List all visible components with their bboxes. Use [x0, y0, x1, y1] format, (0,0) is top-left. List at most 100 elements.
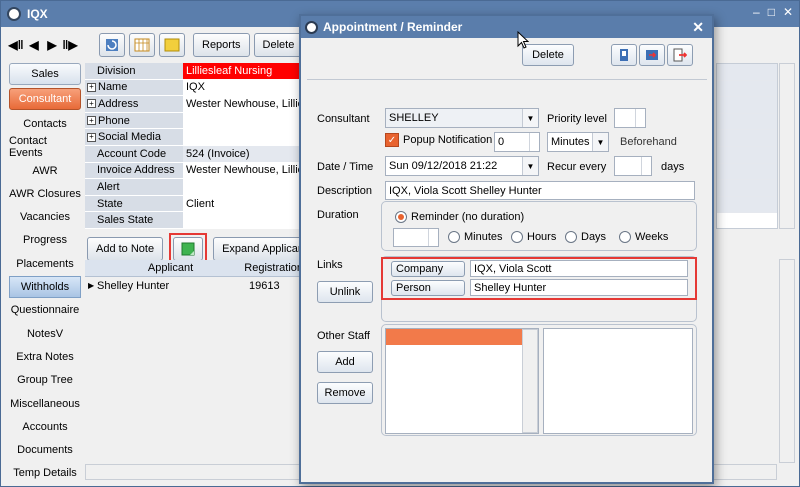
previous-record-icon[interactable]: ◀ [27, 38, 41, 52]
green-note-button[interactable] [173, 237, 204, 261]
nav-placements[interactable]: Placements [9, 253, 81, 275]
app-logo-icon [7, 7, 21, 21]
detail-value[interactable]: 524 (Invoice) [183, 145, 303, 162]
note-icon[interactable] [159, 33, 185, 57]
add-to-note-button[interactable]: Add to Note [87, 237, 164, 261]
detail-value[interactable]: Lilliesleaf Nursing [183, 63, 303, 79]
transfer-icon[interactable] [639, 44, 665, 66]
detail-value[interactable]: Client [183, 195, 303, 212]
datetime-picker[interactable]: Sun 09/12/2018 21:22 ▼ [385, 156, 539, 176]
days-radio[interactable]: Days [565, 231, 606, 243]
days-unit-label: days [661, 161, 685, 173]
minimize-icon[interactable]: – [753, 5, 760, 19]
registration-cell[interactable]: 19613 [249, 280, 303, 292]
detail-value[interactable] [183, 179, 303, 195]
nav-miscellaneous[interactable]: Miscellaneous [9, 393, 81, 415]
radio-icon[interactable] [511, 231, 523, 243]
nav-documents[interactable]: Documents [9, 439, 81, 461]
company-field[interactable]: IQX, Viola Scott [470, 260, 688, 277]
radio-icon[interactable] [619, 231, 631, 243]
unlink-button[interactable]: Unlink [317, 281, 373, 303]
expand-icon[interactable]: + [87, 82, 96, 92]
nav-group-tree[interactable]: Group Tree [9, 369, 81, 391]
detail-value[interactable] [183, 129, 303, 145]
person-field[interactable]: Shelley Hunter [470, 279, 688, 296]
nav-awr-closures[interactable]: AWR Closures [9, 183, 81, 205]
radio-icon[interactable] [565, 231, 577, 243]
exit-icon[interactable] [667, 44, 693, 66]
refresh-icon[interactable] [99, 33, 125, 57]
remove-staff-button[interactable]: Remove [317, 382, 373, 404]
nav-contact-events[interactable]: Contact Events [9, 135, 81, 159]
duration-value-field[interactable] [393, 228, 439, 247]
nav-temp-details[interactable]: Temp Details [9, 462, 81, 484]
reminder-radio[interactable]: Reminder (no duration) [395, 211, 524, 223]
nav-vacancies[interactable]: Vacancies [9, 206, 81, 228]
detail-value[interactable]: IQX [183, 79, 303, 96]
other-staff-detail-list[interactable] [543, 328, 693, 434]
popup-unit-select[interactable]: Minutes ▼ [547, 132, 609, 152]
close-icon[interactable]: ✕ [783, 5, 793, 19]
detail-value[interactable] [183, 112, 303, 129]
top-vertical-scrollbar[interactable] [779, 63, 795, 229]
maximize-icon[interactable]: □ [768, 5, 775, 19]
bottom-vertical-scrollbar[interactable] [779, 259, 795, 463]
expand-icon[interactable]: + [87, 99, 96, 109]
nav-accounts[interactable]: Accounts [9, 416, 81, 438]
weeks-radio[interactable]: Weeks [619, 231, 668, 243]
checkmark-icon[interactable]: ✓ [385, 133, 399, 147]
list-item[interactable] [386, 329, 522, 345]
detail-label[interactable]: + Name [85, 79, 183, 96]
nav-sales[interactable]: Sales [9, 63, 81, 85]
detail-label[interactable]: + Social Media [85, 129, 183, 145]
radio-icon[interactable] [448, 231, 460, 243]
dialog-delete-button[interactable]: Delete [522, 44, 574, 66]
detail-value[interactable]: Wester Newhouse, Lillie [183, 96, 303, 112]
nav-awr[interactable]: AWR [9, 160, 81, 182]
detail-label[interactable]: + Address [85, 96, 183, 112]
detail-label[interactable]: + Phone [85, 112, 183, 129]
column-header-registration[interactable]: Registration [244, 260, 303, 276]
nav-consultant[interactable]: Consultant [9, 88, 81, 110]
nav-progress[interactable]: Progress [9, 229, 81, 251]
nav-withholds[interactable]: Withholds [9, 276, 81, 299]
other-staff-list[interactable] [385, 328, 539, 434]
popup-notification-checkbox[interactable]: ✓ Popup Notification [385, 133, 492, 147]
close-icon[interactable]: ✕ [692, 19, 704, 36]
detail-value[interactable] [183, 212, 303, 228]
description-input[interactable]: IQX, Viola Scott Shelley Hunter [385, 181, 695, 200]
reports-button[interactable]: Reports [193, 33, 250, 57]
right-side-grid [716, 63, 778, 229]
priority-level-field[interactable] [614, 108, 646, 128]
nav-questionnaire[interactable]: Questionnaire [9, 299, 81, 321]
first-record-icon[interactable]: ◀‖ [8, 38, 23, 52]
add-staff-button[interactable]: Add [317, 351, 373, 373]
hours-radio[interactable]: Hours [511, 231, 556, 243]
nav-notesv[interactable]: NotesV [9, 323, 81, 345]
chevron-down-icon[interactable]: ▼ [522, 157, 538, 175]
company-link-button[interactable]: Company [391, 261, 465, 277]
expand-icon[interactable]: + [87, 116, 96, 126]
chevron-down-icon[interactable]: ▼ [522, 109, 538, 127]
recur-days-field[interactable] [614, 156, 652, 176]
nav-contacts[interactable]: Contacts [9, 113, 81, 135]
column-header-applicant[interactable]: Applicant [97, 260, 245, 276]
mouse-cursor-icon [517, 31, 529, 49]
minutes-radio[interactable]: Minutes [448, 231, 503, 243]
nav-extra-notes[interactable]: Extra Notes [9, 346, 81, 368]
consultant-select[interactable]: SHELLEY ▼ [385, 108, 539, 128]
expand-icon[interactable]: + [87, 132, 96, 142]
last-record-icon[interactable]: ‖▶ [62, 38, 77, 52]
phone-icon[interactable] [611, 44, 637, 66]
list-scrollbar[interactable] [522, 329, 538, 433]
next-record-icon[interactable]: ▶ [45, 38, 59, 52]
calendar-icon[interactable] [129, 33, 155, 57]
chevron-down-icon[interactable]: ▼ [592, 133, 608, 151]
applicant-cell[interactable]: Shelley Hunter [97, 280, 249, 292]
person-link-button[interactable]: Person [391, 280, 465, 296]
table-row[interactable]: ▶ Shelley Hunter 19613 [85, 277, 303, 294]
popup-minutes-field[interactable]: 0 [494, 132, 540, 152]
delete-button[interactable]: Delete [253, 33, 304, 57]
radio-selected-icon[interactable] [395, 211, 407, 223]
detail-value[interactable]: Wester Newhouse, Lillie [183, 162, 303, 179]
